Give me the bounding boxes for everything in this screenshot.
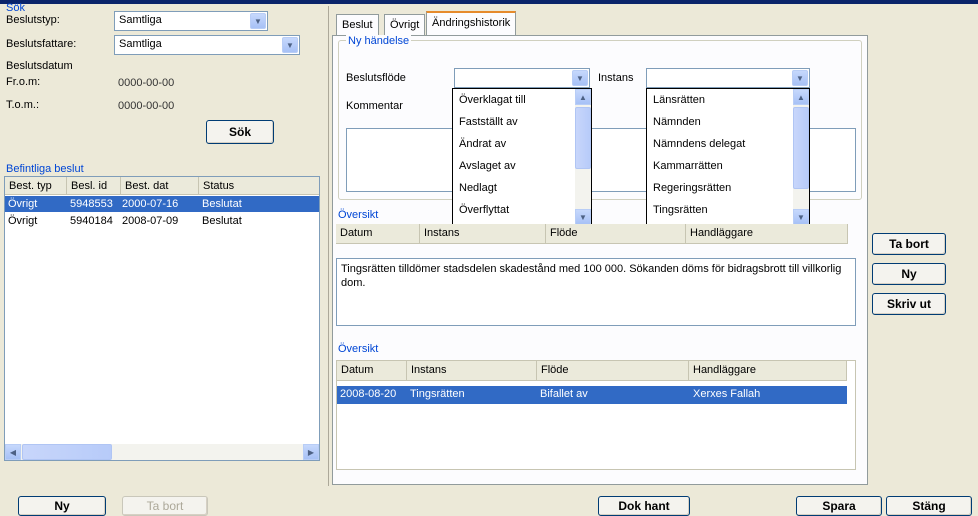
tab-ovrigt[interactable]: Övrigt xyxy=(384,14,426,36)
instans-select[interactable]: ▼ xyxy=(646,68,810,88)
cell-status: Beslutat xyxy=(202,198,242,210)
list-item[interactable]: Nämnden xyxy=(653,116,701,128)
col-header-flode[interactable]: Flöde xyxy=(546,224,686,244)
instans-label: Instans xyxy=(598,72,634,84)
list-item[interactable]: Kammarrätten xyxy=(653,160,723,172)
ny-handelse-label: Ny händelse xyxy=(346,35,412,47)
dok-hant-button[interactable]: Dok hant xyxy=(598,496,690,516)
list-item[interactable]: Överflyttat xyxy=(459,204,509,216)
cell-id: 5948553 xyxy=(70,198,113,210)
chevron-down-icon[interactable]: ▼ xyxy=(250,13,266,29)
table-row[interactable]: Övrigt 5940184 2008-07-09 Beslutat xyxy=(5,213,319,229)
tab-andringshistorik[interactable]: Ändringshistorik xyxy=(426,11,517,36)
beslutstyp-select[interactable]: Samtliga ▼ xyxy=(114,11,268,31)
cell-typ: Övrigt xyxy=(8,215,38,227)
col-header-instans[interactable]: Instans xyxy=(407,361,537,381)
beslutsdatum-label: Beslutsdatum xyxy=(6,60,73,72)
skriv-ut-button[interactable]: Skriv ut xyxy=(872,293,946,315)
col-header-dat[interactable]: Best. dat xyxy=(121,177,199,195)
scroll-left-icon[interactable]: ◀ xyxy=(5,444,21,460)
befintliga-beslut-label: Befintliga beslut xyxy=(6,163,84,175)
table-row[interactable]: Övrigt 5948553 2000-07-16 Beslutat xyxy=(5,196,319,212)
table-row[interactable]: 2008-08-20 Tingsrätten Bifallet av Xerxe… xyxy=(337,386,847,404)
list-item[interactable]: Regeringsrätten xyxy=(653,182,731,194)
list-item[interactable]: Fastställt av xyxy=(459,116,518,128)
chevron-down-icon[interactable]: ▼ xyxy=(282,37,298,53)
from-label: Fr.o.m: xyxy=(6,76,41,88)
beslutsfattare-label: Beslutsfattare: xyxy=(6,38,77,50)
list-item[interactable]: Nämndens delegat xyxy=(653,138,745,150)
col-header-status[interactable]: Status xyxy=(199,177,319,195)
cell-typ: Övrigt xyxy=(8,198,38,210)
beslutsflode-dropdown-list[interactable]: Överklagat till Fastställt av Ändrat av … xyxy=(452,88,592,226)
beslutsflode-select[interactable]: ▼ xyxy=(454,68,590,88)
col-header-datum[interactable]: Datum xyxy=(337,361,407,381)
horizontal-scrollbar[interactable]: ◀ ▶ xyxy=(5,444,319,460)
oversikt-label-2: Översikt xyxy=(338,343,379,355)
beslutsfattare-value: Samtliga xyxy=(119,38,162,50)
col-header-id[interactable]: Besl. id xyxy=(67,177,121,195)
col-header-typ[interactable]: Best. typ xyxy=(5,177,67,195)
chevron-down-icon[interactable]: ▼ xyxy=(792,70,808,86)
oversikt-header: Datum Instans Flöde Handläggare xyxy=(336,224,848,244)
list-item[interactable]: Tingsrätten xyxy=(653,204,708,216)
cell-datum: 2008-08-20 xyxy=(340,388,397,400)
list-item[interactable]: Nedlagt xyxy=(459,182,497,194)
cell-dat: 2008-07-09 xyxy=(122,215,179,227)
befintliga-beslut-list[interactable]: Best. typ Besl. id Best. dat Status Övri… xyxy=(4,176,320,461)
beslutstyp-label: Beslutstyp: xyxy=(6,14,60,26)
to-label: T.o.m.: xyxy=(6,99,40,111)
vertical-scrollbar[interactable]: ▲ ▼ xyxy=(793,89,809,225)
tab-beslut[interactable]: Beslut xyxy=(336,14,379,36)
ta-bort-side-button[interactable]: Ta bort xyxy=(872,233,946,255)
cell-instans: Tingsrätten xyxy=(410,388,465,400)
kommentar-label: Kommentar xyxy=(346,100,403,112)
instans-dropdown-list[interactable]: Länsrätten Nämnden Nämndens delegat Kamm… xyxy=(646,88,810,226)
ny-bottom-button[interactable]: Ny xyxy=(18,496,106,516)
oversikt-textarea[interactable]: Tingsrätten tilldömer stadsdelen skadest… xyxy=(336,258,856,326)
col-header-instans[interactable]: Instans xyxy=(420,224,546,244)
cell-dat: 2000-07-16 xyxy=(122,198,179,210)
cell-handlaggare: Xerxes Fallah xyxy=(693,388,761,400)
beslutstyp-value: Samtliga xyxy=(119,14,162,26)
oversikt-label: Översikt xyxy=(338,209,379,221)
list-item[interactable]: Ändrat av xyxy=(459,138,506,150)
from-date-input[interactable] xyxy=(114,74,204,92)
col-header-flode[interactable]: Flöde xyxy=(537,361,689,381)
scroll-down-icon[interactable]: ▼ xyxy=(793,209,809,225)
to-date-input[interactable] xyxy=(114,97,204,115)
spara-button[interactable]: Spara xyxy=(796,496,882,516)
sok-button[interactable]: Sök xyxy=(206,120,274,144)
scroll-down-icon[interactable]: ▼ xyxy=(575,209,591,225)
scroll-right-icon[interactable]: ▶ xyxy=(303,444,319,460)
vertical-scrollbar[interactable]: ▲ ▼ xyxy=(575,89,591,225)
col-header-datum[interactable]: Datum xyxy=(336,224,420,244)
divider xyxy=(328,6,329,486)
window-top-border xyxy=(0,0,978,4)
scroll-thumb[interactable] xyxy=(793,107,809,189)
stang-button[interactable]: Stäng xyxy=(886,496,972,516)
ta-bort-bottom-button[interactable]: Ta bort xyxy=(122,496,208,516)
scroll-thumb[interactable] xyxy=(22,444,112,460)
ny-side-button[interactable]: Ny xyxy=(872,263,946,285)
list-item[interactable]: Överklagat till xyxy=(459,94,526,106)
cell-flode: Bifallet av xyxy=(540,388,588,400)
beslutsfattare-select[interactable]: Samtliga ▼ xyxy=(114,35,300,55)
chevron-down-icon[interactable]: ▼ xyxy=(572,70,588,86)
cell-status: Beslutat xyxy=(202,215,242,227)
col-header-handlaggare[interactable]: Handläggare xyxy=(689,361,847,381)
beslutsflode-label: Beslutsflöde xyxy=(346,72,406,84)
scroll-thumb[interactable] xyxy=(575,107,591,169)
scroll-up-icon[interactable]: ▲ xyxy=(575,89,591,105)
col-header-handlaggare[interactable]: Handläggare xyxy=(686,224,848,244)
list-item[interactable]: Avslaget av xyxy=(459,160,516,172)
oversikt-list[interactable]: Datum Instans Flöde Handläggare 2008-08-… xyxy=(336,360,856,470)
scroll-up-icon[interactable]: ▲ xyxy=(793,89,809,105)
list-item[interactable]: Länsrätten xyxy=(653,94,705,106)
sok-group-label: Sök xyxy=(6,2,25,14)
cell-id: 5940184 xyxy=(70,215,113,227)
